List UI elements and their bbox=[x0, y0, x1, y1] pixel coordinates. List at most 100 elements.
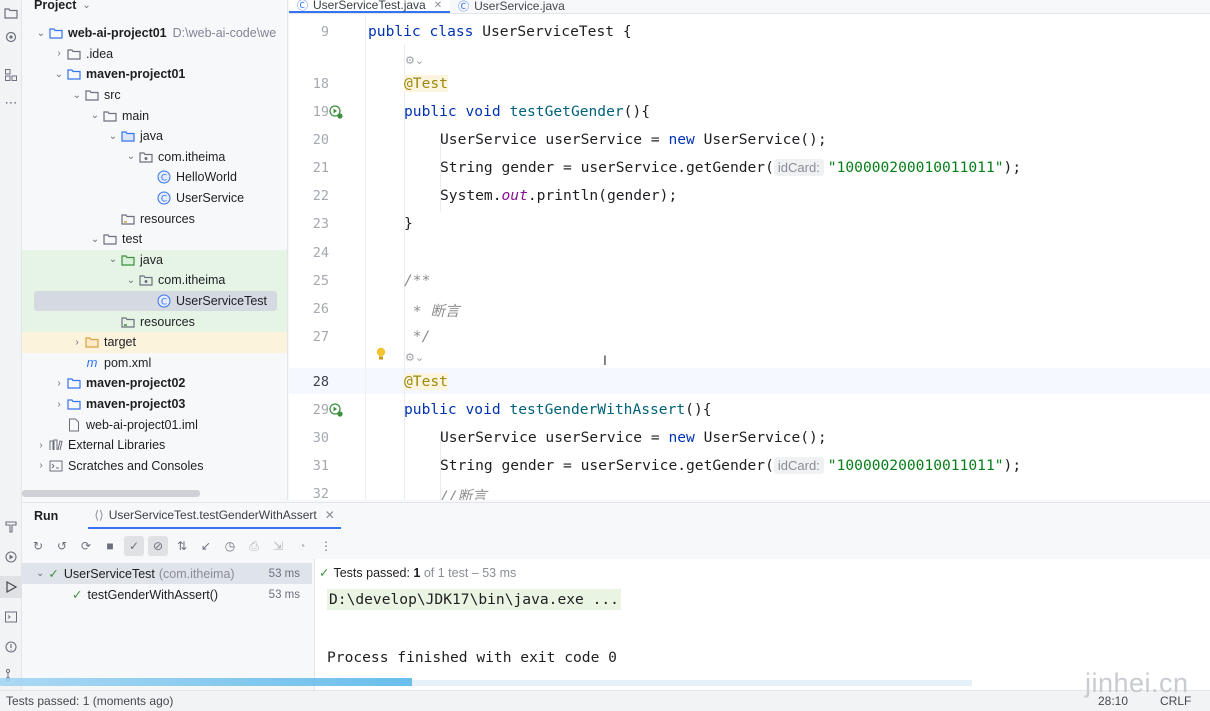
chevron-down-icon[interactable]: ⌄ bbox=[88, 110, 102, 121]
project-horizontal-scrollbar[interactable] bbox=[22, 490, 200, 497]
folder-icon[interactable] bbox=[0, 2, 22, 24]
folder-icon bbox=[66, 47, 82, 61]
rerun-failed-icon[interactable]: ↺ bbox=[52, 536, 72, 556]
tree-item-scratches[interactable]: › Scratches and Consoles bbox=[22, 456, 287, 477]
tree-item-test-resources[interactable]: resources bbox=[22, 311, 287, 332]
chevron-right-icon[interactable]: › bbox=[52, 399, 66, 410]
more-icon[interactable]: ⋮ bbox=[316, 536, 336, 556]
chevron-down-icon[interactable]: ⌄ bbox=[52, 69, 66, 80]
tree-item-label: maven-project01 bbox=[86, 67, 186, 82]
chevron-down-icon[interactable]: ⌄ bbox=[106, 131, 120, 142]
tree-item-main-java[interactable]: ⌄ java bbox=[22, 126, 287, 147]
toggle-auto-test-icon[interactable]: ⟳ bbox=[76, 536, 96, 556]
rerun-icon[interactable]: ↻ bbox=[28, 536, 48, 556]
tree-item-maven-project01[interactable]: ⌄ maven-project01 bbox=[22, 64, 287, 85]
chevron-down-icon[interactable]: ⌄ bbox=[106, 254, 120, 265]
project-panel-header[interactable]: Project ⌄ bbox=[22, 0, 287, 12]
text-cursor-icon: I bbox=[603, 352, 607, 368]
chevron-down-icon[interactable]: ⌄ bbox=[34, 28, 48, 39]
chevron-right-icon[interactable]: › bbox=[52, 378, 66, 389]
code-vision-icon[interactable]: ⚙⌄ bbox=[405, 351, 424, 364]
lightbulb-icon[interactable] bbox=[375, 347, 387, 361]
tree-item-userservicetest[interactable]: C UserServiceTest bbox=[22, 291, 287, 312]
chevron-down-icon[interactable]: ⌄ bbox=[70, 90, 84, 101]
export-icon[interactable]: ⎙ bbox=[244, 536, 264, 556]
tab-userservicetest[interactable]: Ⓒ UserServiceTest.java ✕ bbox=[289, 0, 451, 13]
code-line: } bbox=[404, 215, 413, 232]
tab-userservice[interactable]: Ⓒ UserService.java bbox=[450, 0, 573, 13]
run-test-icon[interactable] bbox=[329, 403, 343, 417]
tree-item-src[interactable]: ⌄ src bbox=[22, 85, 287, 106]
coverage-icon[interactable]: ◔ bbox=[292, 536, 312, 556]
sort-by-duration-icon[interactable]: ↙ bbox=[196, 536, 216, 556]
tree-item-pom[interactable]: m pom.xml bbox=[22, 353, 287, 374]
more-icon[interactable]: ⋯ bbox=[0, 92, 22, 114]
tree-item-main-resources[interactable]: resources bbox=[22, 208, 287, 229]
tree-item-label: pom.xml bbox=[104, 355, 152, 370]
tool-window-strip: ⋯ bbox=[0, 0, 22, 690]
code-line: UserService userService = new UserServic… bbox=[440, 131, 827, 148]
problems-icon[interactable] bbox=[0, 636, 22, 658]
chevron-down-icon[interactable]: ⌄ bbox=[124, 151, 138, 162]
chevron-down-icon[interactable]: ⌄ bbox=[124, 275, 138, 286]
tree-item-helloworld[interactable]: C HelloWorld bbox=[22, 167, 287, 188]
tree-item-maven-project03[interactable]: › maven-project03 bbox=[22, 394, 287, 415]
stop-icon[interactable]: ■ bbox=[100, 536, 120, 556]
chevron-right-icon[interactable]: › bbox=[34, 440, 48, 451]
history-icon[interactable]: ◷ bbox=[220, 536, 240, 556]
project-panel: Project ⌄ ⌄ web-ai-project01 D:\web-ai-c… bbox=[22, 0, 288, 500]
close-icon[interactable]: ✕ bbox=[434, 0, 442, 11]
run-tabs: Run ⟨⟩ UserServiceTest.testGenderWithAss… bbox=[22, 503, 1210, 529]
close-icon[interactable]: ✕ bbox=[325, 508, 335, 522]
chevron-down-icon[interactable]: ⌄ bbox=[88, 234, 102, 245]
build-icon[interactable] bbox=[0, 516, 22, 538]
tree-item-target[interactable]: › target bbox=[22, 332, 287, 353]
tree-item-label: web-ai-project01.iml bbox=[86, 417, 198, 432]
chevron-down-icon[interactable]: ⌄ bbox=[36, 568, 44, 579]
tree-item-test[interactable]: ⌄ test bbox=[22, 229, 287, 250]
show-passed-icon[interactable]: ✓ bbox=[124, 536, 144, 556]
java-command-line[interactable]: D:\develop\JDK17\bin\java.exe ... bbox=[327, 589, 621, 610]
sort-alphabetically-icon[interactable]: ⇅ bbox=[172, 536, 192, 556]
project-path: D:\web-ai-code\we bbox=[172, 26, 277, 41]
tree-item-test-package[interactable]: ⌄ com.itheima bbox=[22, 270, 287, 291]
import-icon[interactable]: ⇲ bbox=[268, 536, 288, 556]
excluded-folder-icon bbox=[84, 335, 100, 349]
services-icon[interactable] bbox=[0, 546, 22, 568]
tree-item-label: UserServiceTest bbox=[176, 294, 267, 309]
structure-icon[interactable] bbox=[0, 64, 22, 86]
chevron-right-icon[interactable]: › bbox=[70, 337, 84, 348]
tree-item-userservice[interactable]: C UserService bbox=[22, 188, 287, 209]
run-config-tab[interactable]: ⟨⟩ UserServiceTest.testGenderWithAssert … bbox=[88, 503, 341, 529]
code-vision-icon[interactable]: ⚙⌄ bbox=[405, 54, 424, 67]
svg-text:C: C bbox=[161, 195, 167, 205]
chevron-down-icon[interactable]: ⌄ bbox=[82, 0, 90, 11]
tree-item-test-java[interactable]: ⌄ java bbox=[22, 249, 287, 271]
console-output[interactable]: ✓ Tests passed: 1 of 1 test – 53 ms D:\de… bbox=[314, 559, 1210, 691]
run-tool-icon[interactable] bbox=[0, 576, 22, 598]
check-icon: ✓ bbox=[319, 566, 330, 580]
settings-icon[interactable] bbox=[0, 26, 22, 48]
code-editor[interactable]: 9 18 19 20 21 22 23 24 25 26 27 28 29 30… bbox=[289, 14, 1210, 500]
status-message[interactable]: Tests passed: 1 (moments ago) bbox=[6, 694, 173, 708]
show-ignored-icon[interactable]: ⊘ bbox=[148, 536, 168, 556]
tree-item-label: target bbox=[104, 335, 136, 350]
module-folder-icon bbox=[66, 67, 82, 81]
tree-item-maven-project02[interactable]: › maven-project02 bbox=[22, 373, 287, 394]
test-row[interactable]: ⌄ ✓ UserServiceTest (com.itheima) 53 ms bbox=[22, 563, 312, 584]
tree-item-external-libraries[interactable]: › External Libraries bbox=[22, 435, 287, 456]
tree-item-iml[interactable]: web-ai-project01.iml bbox=[22, 414, 287, 435]
tree-item-main-package[interactable]: ⌄ com.itheima bbox=[22, 147, 287, 168]
library-icon bbox=[48, 438, 64, 452]
chevron-right-icon[interactable]: › bbox=[52, 48, 66, 59]
test-row[interactable]: ✓ testGenderWithAssert() 53 ms bbox=[22, 584, 312, 605]
editor-tabs: Ⓒ UserServiceTest.java ✕ Ⓒ UserService.j… bbox=[289, 0, 1210, 14]
terminal-icon[interactable] bbox=[0, 606, 22, 628]
run-test-icon[interactable] bbox=[329, 105, 343, 119]
tree-item-idea[interactable]: › .idea bbox=[22, 44, 287, 65]
tree-item-root[interactable]: ⌄ web-ai-project01 D:\web-ai-code\we bbox=[22, 23, 287, 44]
line-number: 19 bbox=[312, 104, 329, 120]
run-panel: Run ⟨⟩ UserServiceTest.testGenderWithAss… bbox=[22, 502, 1210, 691]
tree-item-main[interactable]: ⌄ main bbox=[22, 105, 287, 126]
chevron-right-icon[interactable]: › bbox=[34, 460, 48, 471]
